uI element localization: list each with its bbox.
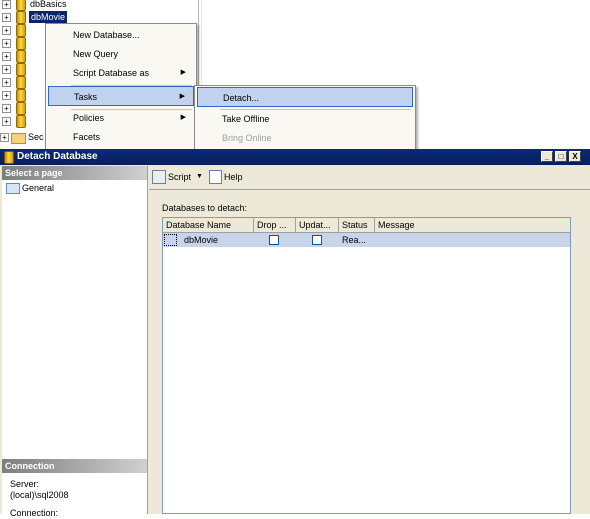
- row-focus-rectangle: [164, 234, 177, 246]
- tree-node-label: Sec: [28, 132, 44, 142]
- folder-icon: [11, 133, 26, 144]
- submenu-arrow-icon: ▶: [179, 93, 185, 100]
- expand-icon[interactable]: +: [2, 26, 11, 35]
- select-page-pane: Select a page General Connection Server:…: [2, 166, 148, 518]
- menu-item-tasks[interactable]: Tasks ▶: [48, 86, 194, 106]
- connection-header: Connection: [2, 459, 147, 473]
- database-icon: [16, 11, 26, 24]
- help-icon: [209, 170, 222, 184]
- database-icon: [16, 37, 26, 50]
- menu-item-label: Policies: [73, 113, 105, 123]
- column-header-status[interactable]: Status: [339, 218, 375, 232]
- menu-item-facets[interactable]: Facets: [48, 127, 194, 147]
- expand-icon[interactable]: +: [0, 133, 9, 142]
- update-statistics-checkbox[interactable]: [312, 235, 322, 245]
- database-icon: [16, 89, 26, 102]
- cell-drop: [254, 233, 296, 247]
- help-button-label: Help: [224, 172, 243, 182]
- database-icon: [16, 50, 26, 63]
- cell-update: [296, 233, 339, 247]
- menu-item-label: New Database...: [73, 30, 140, 40]
- column-header-update[interactable]: Updat...: [296, 218, 339, 232]
- cell-message: [378, 233, 570, 247]
- menu-item-script-database-as[interactable]: Script Database as ▶: [48, 63, 194, 83]
- detach-database-dialog: Detach Database _ □ X Select a page Gene…: [0, 149, 590, 518]
- page-item-label: General: [22, 183, 55, 193]
- database-icon: [16, 115, 26, 128]
- menu-item-label: Take Offline: [222, 114, 270, 124]
- expand-icon[interactable]: +: [2, 39, 11, 48]
- cell-database-name: dbMovie: [184, 235, 219, 245]
- expand-icon[interactable]: +: [2, 13, 11, 22]
- expand-icon[interactable]: +: [2, 0, 11, 9]
- minimize-button[interactable]: _: [541, 151, 553, 162]
- database-icon: [16, 102, 26, 115]
- menu-item-detach[interactable]: Detach...: [197, 87, 413, 107]
- menu-item-label: Tasks: [74, 92, 98, 102]
- table-row[interactable]: dbMovie Rea...: [163, 233, 570, 247]
- menu-item-bring-online: Bring Online: [197, 128, 413, 148]
- dialog-title: Detach Database: [17, 151, 98, 162]
- detach-content-pane: Script ▼ Help Databases to detach: Datab…: [149, 166, 590, 514]
- script-button-label: Script: [168, 172, 192, 182]
- database-icon: [16, 76, 26, 89]
- drop-connections-checkbox[interactable]: [269, 235, 279, 245]
- menu-item-new-query[interactable]: New Query: [48, 44, 194, 64]
- databases-to-detach-label: Databases to detach:: [162, 203, 248, 213]
- object-explorer-tree: + dbBasics + dbMovie + + + + + + + + + S…: [0, 0, 590, 151]
- database-icon: [16, 63, 26, 76]
- toolbar-divider: [149, 189, 590, 190]
- tree-node-label: dbBasics: [30, 0, 67, 9]
- database-icon: [16, 24, 26, 37]
- database-icon: [16, 0, 26, 11]
- expand-icon[interactable]: +: [2, 91, 11, 100]
- databases-grid[interactable]: Database Name Drop ... Updat... Status M…: [162, 217, 571, 514]
- menu-item-label: New Query: [73, 49, 119, 59]
- expand-icon[interactable]: +: [2, 52, 11, 61]
- tasks-submenu: Detach... Take Offline Bring Online: [194, 85, 416, 151]
- script-icon: [152, 170, 166, 184]
- database-icon: [4, 151, 14, 164]
- server-value: (local)\sql2008: [10, 490, 69, 500]
- expand-icon[interactable]: +: [2, 104, 11, 113]
- menu-item-policies[interactable]: Policies ▶: [48, 108, 194, 128]
- column-header-drop[interactable]: Drop ...: [254, 218, 296, 232]
- chevron-down-icon[interactable]: ▼: [196, 169, 203, 185]
- submenu-arrow-icon: ▶: [180, 69, 186, 76]
- maximize-button[interactable]: □: [555, 151, 567, 162]
- grid-header: Database Name Drop ... Updat... Status M…: [163, 218, 570, 233]
- select-page-header: Select a page: [2, 166, 147, 180]
- menu-item-label: Bring Online: [222, 133, 272, 143]
- submenu-arrow-icon: ▶: [180, 114, 186, 121]
- cell-status: Rea...: [342, 235, 367, 245]
- title-bar[interactable]: Detach Database _ □ X: [0, 149, 590, 165]
- context-menu: New Database... New Query Script Databas…: [45, 23, 197, 150]
- tree-node-label: dbMovie: [29, 11, 68, 23]
- properties-page-icon: [6, 183, 20, 194]
- expand-icon[interactable]: +: [2, 78, 11, 87]
- column-header-message[interactable]: Message: [375, 218, 570, 232]
- menu-item-label: Facets: [73, 132, 101, 142]
- server-label: Server:: [10, 479, 40, 489]
- menu-item-label: Detach...: [223, 93, 260, 103]
- dialog-toolbar: Script ▼ Help: [149, 166, 590, 188]
- menu-item-take-offline[interactable]: Take Offline: [197, 109, 413, 129]
- column-header-database-name[interactable]: Database Name: [163, 218, 254, 232]
- menu-item-label: Script Database as: [73, 68, 150, 78]
- expand-icon[interactable]: +: [2, 65, 11, 74]
- expand-icon[interactable]: +: [2, 117, 11, 126]
- close-button[interactable]: X: [569, 151, 581, 162]
- menu-item-new-database[interactable]: New Database...: [48, 25, 194, 45]
